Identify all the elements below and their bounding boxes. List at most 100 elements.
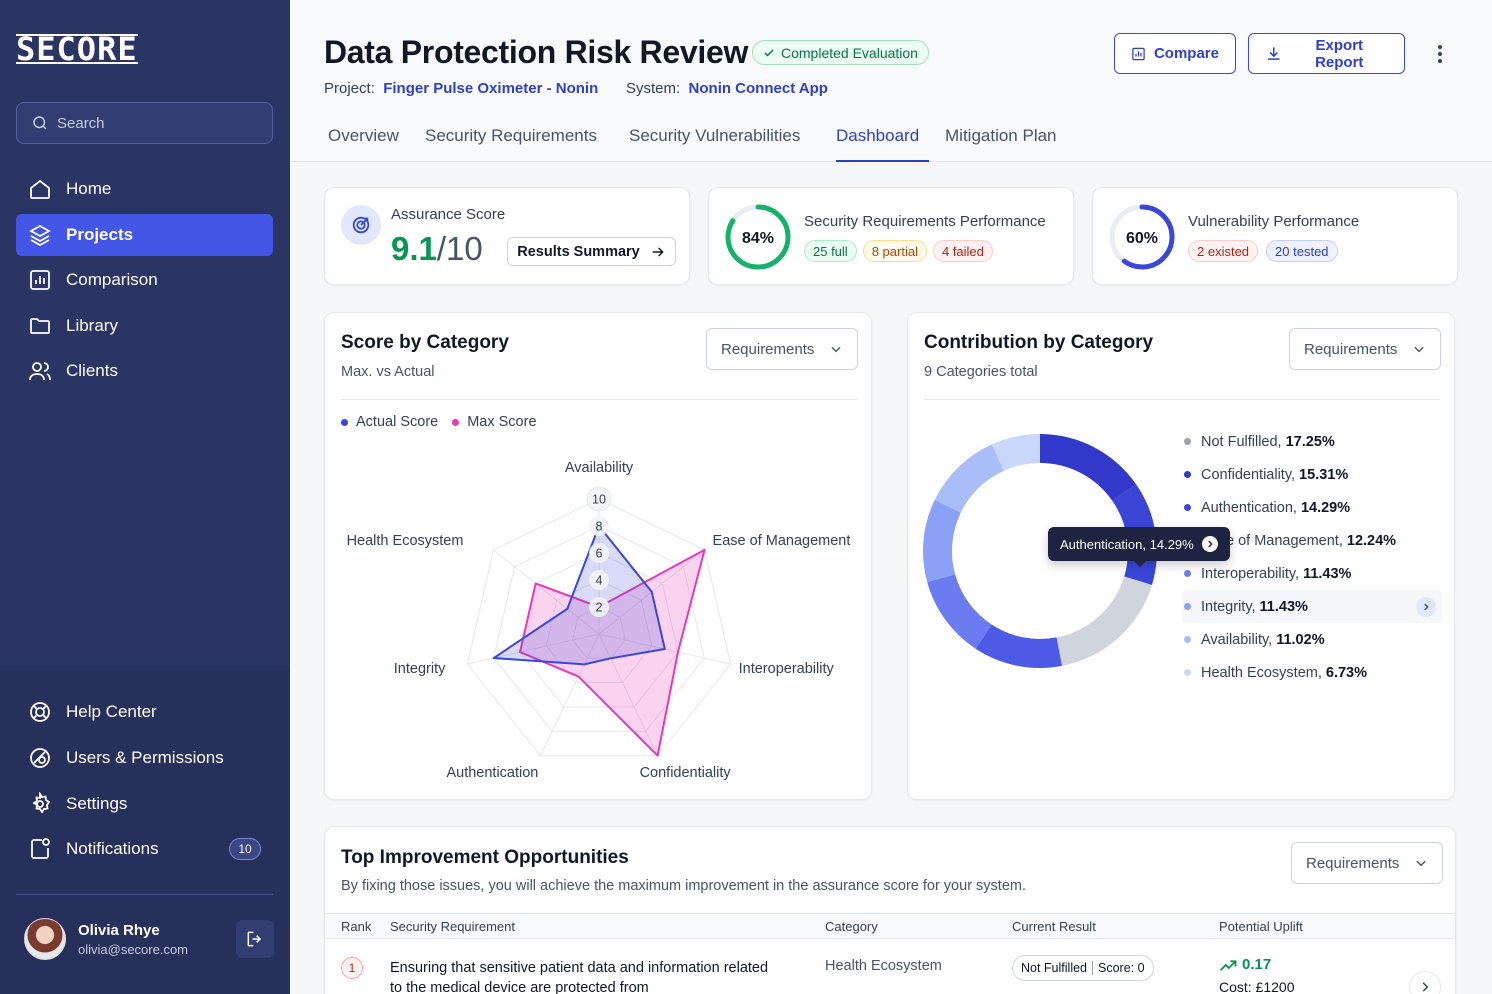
legend-value: 12.24% xyxy=(1346,532,1397,549)
tab-security-vulnerabilities[interactable]: Security Vulnerabilities xyxy=(629,126,800,162)
legend-value: 15.31% xyxy=(1299,466,1349,483)
compare-button[interactable]: Compare xyxy=(1114,33,1236,74)
sidebar-item-label: Clients xyxy=(66,361,118,380)
sidebar-item-help-center[interactable]: Help Center xyxy=(16,691,273,733)
assurance-score: 9.1/10 xyxy=(391,230,483,268)
legend-value: 14.29% xyxy=(1300,499,1351,516)
radar-series-actual-score[interactable] xyxy=(492,525,666,666)
donut-slice-confidentiality[interactable] xyxy=(1040,434,1137,501)
legend-dot xyxy=(1184,669,1191,676)
improvement-opportunities-card: Top Improvement Opportunities By fixing … xyxy=(324,826,1456,994)
table-row[interactable]: 1 Ensuring that sensitive patient data a… xyxy=(325,945,1455,994)
results-summary-button[interactable]: Results Summary xyxy=(507,237,676,266)
layers-icon xyxy=(29,224,51,247)
sidebar-item-users-permissions[interactable]: Users & Permissions xyxy=(16,737,273,779)
logo-text: SECORE xyxy=(16,30,138,68)
improvements-dropdown[interactable]: Requirements xyxy=(1291,842,1443,884)
tab-overview[interactable]: Overview xyxy=(328,126,399,162)
gear-icon xyxy=(32,792,51,814)
column-category: Category xyxy=(825,919,878,934)
requirements-pills: 25 full 8 partial 4 failed xyxy=(804,240,993,262)
search-input[interactable] xyxy=(57,114,257,132)
existed-pill: 2 existed xyxy=(1188,240,1259,262)
donut-tooltip: Authentication, 14.29% xyxy=(1048,527,1230,567)
sidebar-item-label: Library xyxy=(66,316,118,335)
page-header: Data Protection Risk Review Completed Ev… xyxy=(290,0,1492,162)
search-icon xyxy=(33,116,47,130)
system-link[interactable]: Nonin Connect App xyxy=(689,80,828,97)
result-text: Not Fulfilled xyxy=(1021,961,1087,975)
page-title: Data Protection Risk Review xyxy=(324,34,749,70)
sidebar-item-label: Notifications xyxy=(66,839,159,858)
donut-legend-item[interactable]: Not Fulfilled, 17.25% xyxy=(1182,425,1442,458)
check-icon xyxy=(764,48,774,57)
chevron-right-icon[interactable] xyxy=(1416,597,1436,617)
sidebar-item-notifications[interactable]: Notifications 10 xyxy=(16,828,273,870)
system-meta: System: Nonin Connect App xyxy=(626,80,828,97)
more-options-button[interactable] xyxy=(1430,40,1450,68)
sidebar-item-label: Users & Permissions xyxy=(66,748,224,767)
donut-slice-not-fulfilled[interactable] xyxy=(1056,576,1152,666)
users-icon xyxy=(29,362,51,381)
tab-dashboard[interactable]: Dashboard xyxy=(836,126,929,162)
dropdown-value: Requirements xyxy=(1304,340,1398,358)
tab-security-requirements[interactable]: Security Requirements xyxy=(425,126,597,162)
donut-legend-item[interactable]: Interoperability, 11.43% xyxy=(1182,557,1442,590)
sidebar-item-clients[interactable]: Clients xyxy=(16,350,273,392)
sidebar-item-home[interactable]: Home xyxy=(16,168,273,210)
target-icon xyxy=(341,205,381,245)
donut-slice-interoperability[interactable] xyxy=(927,574,992,649)
contribution-category-dropdown[interactable]: Requirements xyxy=(1289,328,1441,370)
donut-legend-item[interactable]: Availability, 11.02% xyxy=(1182,623,1442,656)
search-box[interactable] xyxy=(16,102,273,144)
sidebar-item-label: Settings xyxy=(66,794,128,813)
row-expand-button[interactable] xyxy=(1409,971,1441,994)
app-logo[interactable]: SECORE xyxy=(16,30,138,68)
legend-value: 6.73% xyxy=(1325,664,1368,681)
column-rank: Rank xyxy=(341,919,372,934)
project-meta: Project: Finger Pulse Oximeter - Nonin xyxy=(324,80,598,97)
radar-tick-label: 4 xyxy=(596,574,603,588)
project-label: Project: xyxy=(324,80,375,97)
sidebar-item-library[interactable]: Library xyxy=(16,305,273,347)
sidebar-item-projects[interactable]: Projects xyxy=(16,214,273,256)
tested-pill: 20 tested xyxy=(1266,240,1338,262)
sidebar-item-label: Comparison xyxy=(66,270,158,289)
status-badge: Completed Evaluation xyxy=(752,40,929,65)
trend-up-icon xyxy=(1219,959,1237,971)
legend-dot xyxy=(1184,636,1191,643)
donut-slice-ease-of-management[interactable] xyxy=(975,624,1062,668)
status-text: Completed Evaluation xyxy=(781,44,918,61)
sidebar-divider xyxy=(16,894,273,895)
bar-chart-icon xyxy=(1132,47,1145,60)
system-label: System: xyxy=(626,80,681,97)
radar-tick-label: 10 xyxy=(592,493,606,507)
donut-slice-availability[interactable] xyxy=(934,444,1004,513)
legend-value: 11.43% xyxy=(1303,565,1352,582)
donut-legend-item[interactable]: Authentication, 14.29% xyxy=(1182,491,1442,524)
donut-legend-item[interactable]: Integrity, 11.43% xyxy=(1182,590,1442,623)
card-divider xyxy=(924,399,1440,400)
export-report-button[interactable]: Export Report xyxy=(1248,33,1405,74)
logout-button[interactable] xyxy=(236,920,274,958)
improvements-subtitle: By fixing those issues, you will achieve… xyxy=(341,878,1026,894)
legend-label: Integrity, xyxy=(1201,598,1256,615)
donut-legend-item[interactable]: Health Ecosystem, 6.73% xyxy=(1182,656,1442,689)
sidebar-item-comparison[interactable]: Comparison xyxy=(16,259,273,301)
sidebar-item-settings[interactable]: Settings xyxy=(16,783,273,825)
failed-pill: 4 failed xyxy=(932,240,993,262)
column-potential-uplift: Potential Uplift xyxy=(1219,919,1303,934)
assurance-score-card: Assurance Score 9.1/10 Results Summary xyxy=(324,187,690,285)
user-profile[interactable]: Olivia Rhye olivia@secore.com xyxy=(24,918,188,960)
result-score: Score: 0 xyxy=(1098,961,1145,975)
home-icon xyxy=(30,179,50,199)
vulnerability-pills: 2 existed 20 tested xyxy=(1188,240,1338,262)
donut-slice-integrity[interactable] xyxy=(923,499,961,582)
project-link[interactable]: Finger Pulse Oximeter - Nonin xyxy=(383,80,598,97)
assurance-score-max: /10 xyxy=(436,230,483,267)
rank-badge: 1 xyxy=(341,957,363,979)
dropdown-value: Requirements xyxy=(1306,854,1400,872)
tooltip-chevron-icon[interactable] xyxy=(1201,536,1218,552)
tab-mitigation-plan[interactable]: Mitigation Plan xyxy=(945,126,1057,162)
donut-legend-item[interactable]: Confidentiality, 15.31% xyxy=(1182,458,1442,491)
